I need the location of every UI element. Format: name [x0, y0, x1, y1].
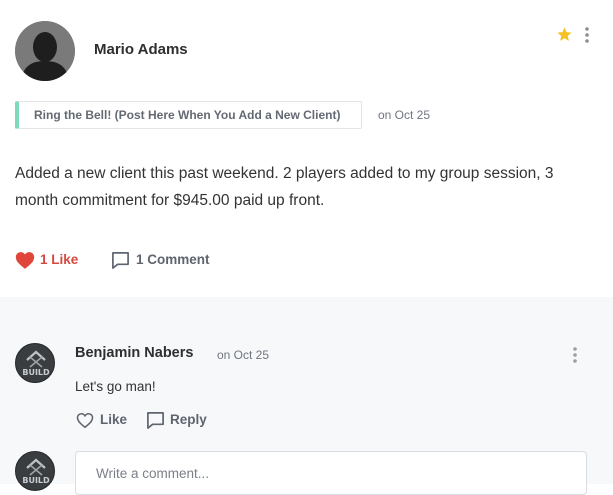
- comment-text: Let's go man!: [75, 379, 156, 394]
- topic-label: Ring the Bell! (Post Here When You Add a…: [34, 108, 341, 122]
- like-count-button[interactable]: 1 Like: [40, 252, 78, 267]
- heart-icon[interactable]: [15, 251, 35, 270]
- comment-reply-button[interactable]: Reply: [170, 412, 207, 427]
- post-body: Added a new client this past weekend. 2 …: [15, 165, 554, 209]
- more-vertical-icon[interactable]: [581, 25, 593, 45]
- comment-date: on Oct 25: [217, 348, 270, 362]
- topic-tag[interactable]: Ring the Bell! (Post Here When You Add a…: [15, 101, 362, 129]
- commenter-avatar-text: BUILD: [22, 368, 50, 377]
- comment-icon[interactable]: [111, 251, 130, 270]
- more-vertical-icon[interactable]: [569, 345, 581, 365]
- author-name[interactable]: Mario Adams: [94, 41, 188, 58]
- heart-outline-icon[interactable]: [76, 412, 94, 429]
- comment-like-button[interactable]: Like: [100, 412, 127, 427]
- post-card: Mario Adams Ring the Bell! (Post Here Wh…: [0, 0, 613, 297]
- star-icon[interactable]: [556, 26, 573, 43]
- reply-icon[interactable]: [146, 411, 165, 430]
- post-date: on Oct 25: [378, 108, 431, 122]
- comments-section: BUILD Benjamin Nabers on Oct 25 Let's go…: [0, 297, 613, 495]
- commenter-avatar[interactable]: BUILD: [15, 343, 55, 383]
- author-avatar[interactable]: [15, 21, 75, 81]
- composer-avatar: BUILD: [15, 451, 55, 491]
- commenter-name[interactable]: Benjamin Nabers: [75, 345, 193, 361]
- comment-count-button[interactable]: 1 Comment: [136, 252, 210, 267]
- comment-input[interactable]: [75, 451, 587, 495]
